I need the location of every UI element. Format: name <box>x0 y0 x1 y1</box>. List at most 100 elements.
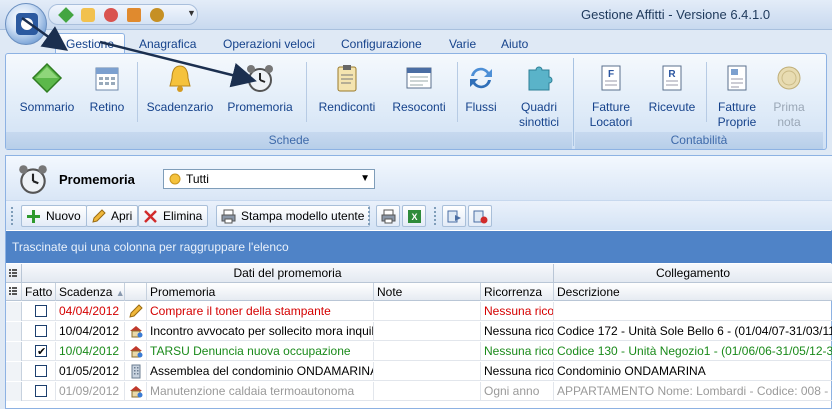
invoice-f-icon: F <box>601 65 621 91</box>
alarm-clock-icon <box>247 65 273 92</box>
house-people-icon <box>128 324 144 339</box>
svg-text:F: F <box>608 69 614 80</box>
divider <box>306 62 307 122</box>
coins-icon[interactable] <box>150 8 164 22</box>
done-checkbox[interactable] <box>35 325 47 337</box>
new-button[interactable]: Nuovo <box>21 205 87 227</box>
tab-aiuto[interactable]: Aiuto <box>501 34 528 54</box>
quick-access-toolbar: ▼ <box>48 4 198 25</box>
group-by-area[interactable]: Trascinate qui una colonna per raggruppa… <box>6 231 832 263</box>
header-promemoria[interactable]: Promemoria <box>147 283 374 301</box>
row-selector[interactable] <box>6 362 22 381</box>
header-icon-column[interactable] <box>125 283 147 301</box>
coins-icon <box>777 66 801 90</box>
band-dati-promemoria[interactable]: Dati del promemoria <box>22 264 554 283</box>
tab-configurazione[interactable]: Configurazione <box>341 34 422 54</box>
lifebuoy-icon[interactable] <box>104 8 118 22</box>
ribbon-panel: Sommario Retino Scadenzario Promemoria R… <box>5 53 827 150</box>
excel-export-button[interactable]: X <box>402 205 426 227</box>
chevron-down-icon: ▼ <box>360 173 370 184</box>
table-row[interactable]: 04/04/2012 Comprare il toner della stampa… <box>6 302 832 321</box>
grid-menu-icon[interactable] <box>6 264 22 283</box>
row-selector[interactable] <box>6 342 22 361</box>
svg-text:R: R <box>668 69 676 80</box>
cell-scadenza: 04/04/2012 <box>56 302 125 321</box>
excel-icon: X <box>408 210 421 223</box>
print-button[interactable] <box>376 205 400 227</box>
cell-scadenza: 10/04/2012 <box>56 342 125 361</box>
chevron-down-icon[interactable]: ▼ <box>187 8 201 22</box>
header-ricorrenza[interactable]: Ricorrenza <box>481 283 554 301</box>
delete-x-icon <box>144 210 157 223</box>
cell-promemoria: Comprare il toner della stampante <box>147 302 374 321</box>
fatture-locatori-button[interactable]: F Fatture Locatori <box>581 58 641 130</box>
resoconti-button[interactable]: Resoconti <box>386 58 452 130</box>
done-checkbox[interactable] <box>35 305 47 317</box>
cell-type-icon <box>125 382 147 401</box>
fatture-proprie-button[interactable]: Fatture Proprie <box>709 58 765 130</box>
table-row[interactable]: 01/09/2012 Manutenzione caldaia termoauto… <box>6 382 832 401</box>
header-note[interactable]: Note <box>374 283 481 301</box>
column-chooser-button[interactable] <box>442 205 466 227</box>
retino-button[interactable]: Retino <box>84 58 130 130</box>
cell-scadenza: 01/09/2012 <box>56 382 125 401</box>
divider <box>457 62 458 122</box>
cell-note <box>374 382 481 401</box>
band-collegamento[interactable]: Collegamento <box>554 264 832 283</box>
flussi-button[interactable]: Flussi <box>461 58 501 130</box>
scadenzario-button[interactable]: Scadenzario <box>144 58 216 130</box>
window-title: Gestione Affitti - Versione 6.4.1.0 <box>581 7 771 22</box>
quadri-sinottici-button[interactable]: Quadri sinottici <box>511 58 567 130</box>
reset-layout-button[interactable] <box>468 205 492 227</box>
promemoria-button[interactable]: Promemoria <box>221 58 299 130</box>
tab-anagrafica[interactable]: Anagrafica <box>139 34 196 54</box>
ricevute-button[interactable]: R Ricevute <box>643 58 701 130</box>
cell-type-icon <box>125 322 147 341</box>
printer-icon <box>221 209 236 224</box>
diamond-icon[interactable] <box>58 7 74 23</box>
svg-text:X: X <box>411 212 417 222</box>
columns-icon <box>447 210 461 223</box>
delete-button[interactable]: Elimina <box>138 205 209 227</box>
star-icon <box>169 173 181 185</box>
rendiconti-button[interactable]: Rendiconti <box>312 58 382 130</box>
header-scadenza[interactable]: Scadenza ▲ <box>56 283 125 301</box>
table-row[interactable]: 10/04/2012 Incontro avvocato per sollecit… <box>6 322 832 341</box>
pencil-note-icon[interactable] <box>81 8 95 22</box>
group-label-schede: Schede <box>6 132 572 149</box>
header-descrizione[interactable]: Descrizione <box>554 283 832 301</box>
panel-header: Promemoria Tutti ▼ <box>6 156 832 200</box>
print-model-button[interactable]: Stampa modello utente <box>216 205 371 227</box>
done-checkbox[interactable] <box>35 343 47 361</box>
tab-gestione[interactable]: Gestione <box>55 33 126 55</box>
cell-fatto <box>22 362 56 381</box>
tab-operazioni-veloci[interactable]: Operazioni veloci <box>223 34 315 54</box>
application-menu-button[interactable] <box>5 3 47 45</box>
row-selector[interactable] <box>6 382 22 401</box>
printer-icon <box>381 209 396 224</box>
open-button[interactable]: Apri <box>86 205 139 227</box>
cell-note <box>374 322 481 341</box>
cell-type-icon <box>125 362 147 381</box>
prima-nota-button[interactable]: Prima nota <box>765 58 813 130</box>
table-row[interactable]: 10/04/2012 TARSU Denuncia nuova occupazio… <box>6 342 832 361</box>
toolbar-grip <box>368 207 371 225</box>
header-fatto[interactable]: Fatto <box>22 283 56 301</box>
cell-note <box>374 342 481 361</box>
cell-promemoria: TARSU Denuncia nuova occupazione <box>147 342 374 361</box>
table-row[interactable]: 01/05/2012 Assemblea del condominio ONDAM… <box>6 362 832 381</box>
row-selector[interactable] <box>6 322 22 341</box>
cell-ricorrenza: Nessuna ricor <box>481 322 554 341</box>
sommario-button[interactable]: Sommario <box>14 58 80 130</box>
filter-dropdown[interactable]: Tutti ▼ <box>163 169 375 189</box>
grid-menu-icon[interactable] <box>6 283 22 301</box>
tab-varie[interactable]: Varie <box>449 34 476 54</box>
cell-descrizione: Codice 130 - Unità Negozio1 - (01/06/06-… <box>554 342 832 361</box>
house-icon[interactable] <box>127 8 141 22</box>
window-report-icon <box>406 67 432 89</box>
done-checkbox[interactable] <box>35 365 47 377</box>
row-selector[interactable] <box>6 302 22 321</box>
diamond-icon <box>31 62 63 94</box>
done-checkbox[interactable] <box>35 385 47 397</box>
group-contabilita: F Fatture Locatori R Ricevute Fatture Pr… <box>575 54 823 149</box>
